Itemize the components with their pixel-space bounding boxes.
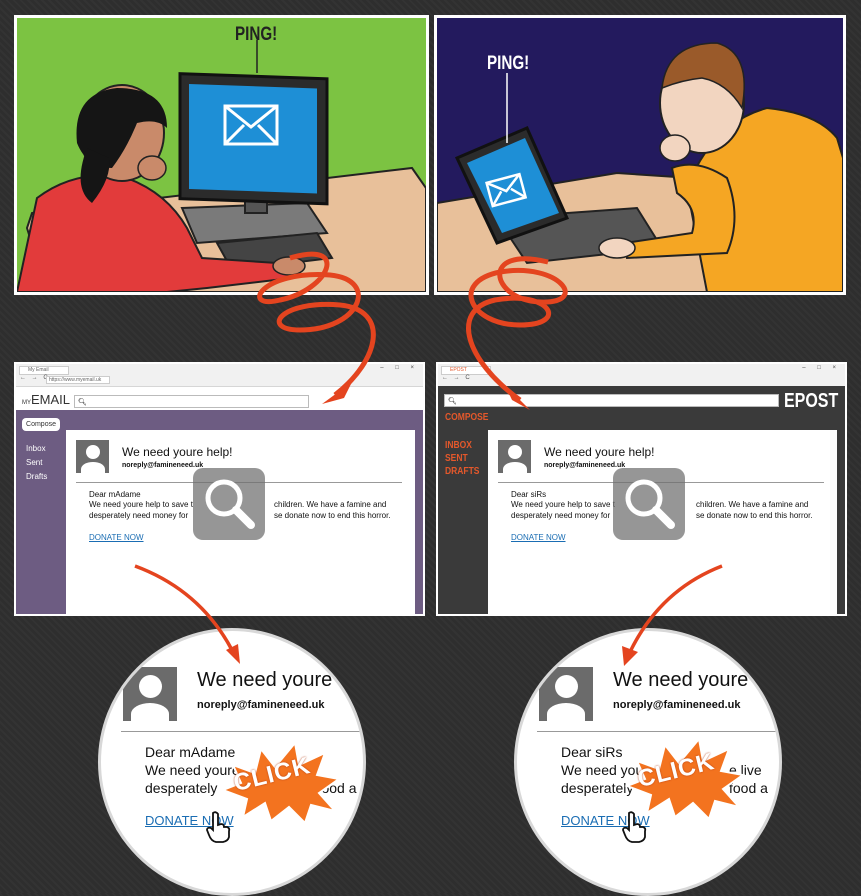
compose-button[interactable]: COMPOSE [445, 412, 488, 423]
email-greeting: Dear siRs [511, 490, 547, 499]
email-sender: noreply@famineneed.uk [122, 462, 204, 469]
sidebar-item-sent[interactable]: Sent [26, 458, 42, 467]
email-greeting: Dear mAdame [89, 490, 141, 499]
zoomed-email-right: We need youre noreply@famineneed.uk Dear… [514, 628, 782, 896]
sidebar-item-inbox[interactable]: INBOX [445, 440, 472, 451]
email-client-window-right: EPOST ← → C – □ × 🔍︎ EPOST COMPOSE INBOX… [436, 362, 847, 616]
app-logo: MYEMAIL [22, 392, 70, 407]
sidebar-item-inbox[interactable]: Inbox [26, 444, 46, 453]
hand-cursor-icon [621, 811, 647, 848]
illustration-woman-desktop: PING! [14, 15, 429, 295]
magnifier-overlay [193, 468, 265, 540]
ping-label: PING! [235, 24, 278, 45]
browser-chrome: My Email ← → C https://www.myemail.uk – … [16, 364, 423, 387]
ping-label: PING! [487, 53, 530, 74]
sender-avatar [539, 667, 593, 721]
sidebar-item-drafts[interactable]: DRAFTS [445, 466, 479, 477]
magnifier-icon [613, 479, 685, 544]
window-controls[interactable]: – □ × [802, 365, 841, 371]
email-body-line2a: desperately [145, 780, 218, 796]
window-controls[interactable]: – □ × [380, 365, 419, 371]
donate-now-link[interactable]: DONATE NOW [511, 533, 566, 542]
email-subject: We need youre help! [122, 445, 233, 459]
email-body-line2b: se donate now to end this horror. [274, 511, 391, 520]
search-icon: 🔍︎ [448, 398, 457, 405]
browser-tab[interactable]: My Email [19, 366, 69, 375]
email-sender: noreply@famineneed.uk [613, 699, 741, 711]
sidebar-item-drafts[interactable]: Drafts [26, 472, 47, 481]
sidebar-item-sent[interactable]: SENT [445, 453, 468, 464]
email-subject: We need youre [613, 669, 749, 691]
divider [121, 731, 361, 732]
email-body-line1a: We need youre help to save t [511, 500, 615, 509]
browser-tab[interactable]: EPOST [441, 366, 491, 375]
sender-avatar [76, 440, 109, 473]
logo-text: EMAIL [31, 392, 71, 407]
email-body-line2a: desperately need money for [89, 511, 189, 520]
envelope-icon [222, 103, 282, 158]
email-greeting: Dear siRs [561, 744, 623, 760]
magnifier-icon [193, 479, 265, 544]
sender-avatar [498, 440, 531, 473]
email-body-line2b: se donate now to end this horror. [696, 511, 813, 520]
email-sender: noreply@famineneed.uk [197, 699, 325, 711]
browser-chrome: EPOST ← → C – □ × [438, 364, 845, 387]
donate-now-link[interactable]: DONATE NOW [89, 533, 144, 542]
logo-prefix: MY [22, 400, 31, 406]
email-body-line1b: children. We have a famine and [274, 500, 387, 509]
search-icon: 🔍︎ [78, 399, 87, 406]
browser-nav-buttons[interactable]: ← → C [442, 375, 472, 381]
search-input[interactable]: 🔍︎ [444, 394, 779, 407]
email-client-window-left: My Email ← → C https://www.myemail.uk – … [14, 362, 425, 616]
address-bar[interactable]: https://www.myemail.uk [46, 376, 110, 384]
illustration-man-laptop: PING! [434, 15, 846, 295]
sidebar [16, 410, 66, 614]
zoomed-email-left: We need youre h noreply@famineneed.uk De… [98, 628, 366, 896]
email-body-line2a: desperately need money for [511, 511, 611, 520]
sender-avatar [123, 667, 177, 721]
email-body-line1a: We need youre help to save t [89, 500, 193, 509]
email-subject: We need youre help! [544, 445, 655, 459]
compose-button[interactable]: Compose [22, 418, 60, 431]
email-subject: We need youre h [197, 669, 349, 691]
brand-logo: EPOST [784, 390, 839, 412]
email-body-line1b: children. We have a famine and [696, 500, 809, 509]
hand-cursor-icon [205, 811, 231, 848]
magnifier-overlay [613, 468, 685, 540]
search-input[interactable]: 🔍︎ [74, 395, 309, 408]
